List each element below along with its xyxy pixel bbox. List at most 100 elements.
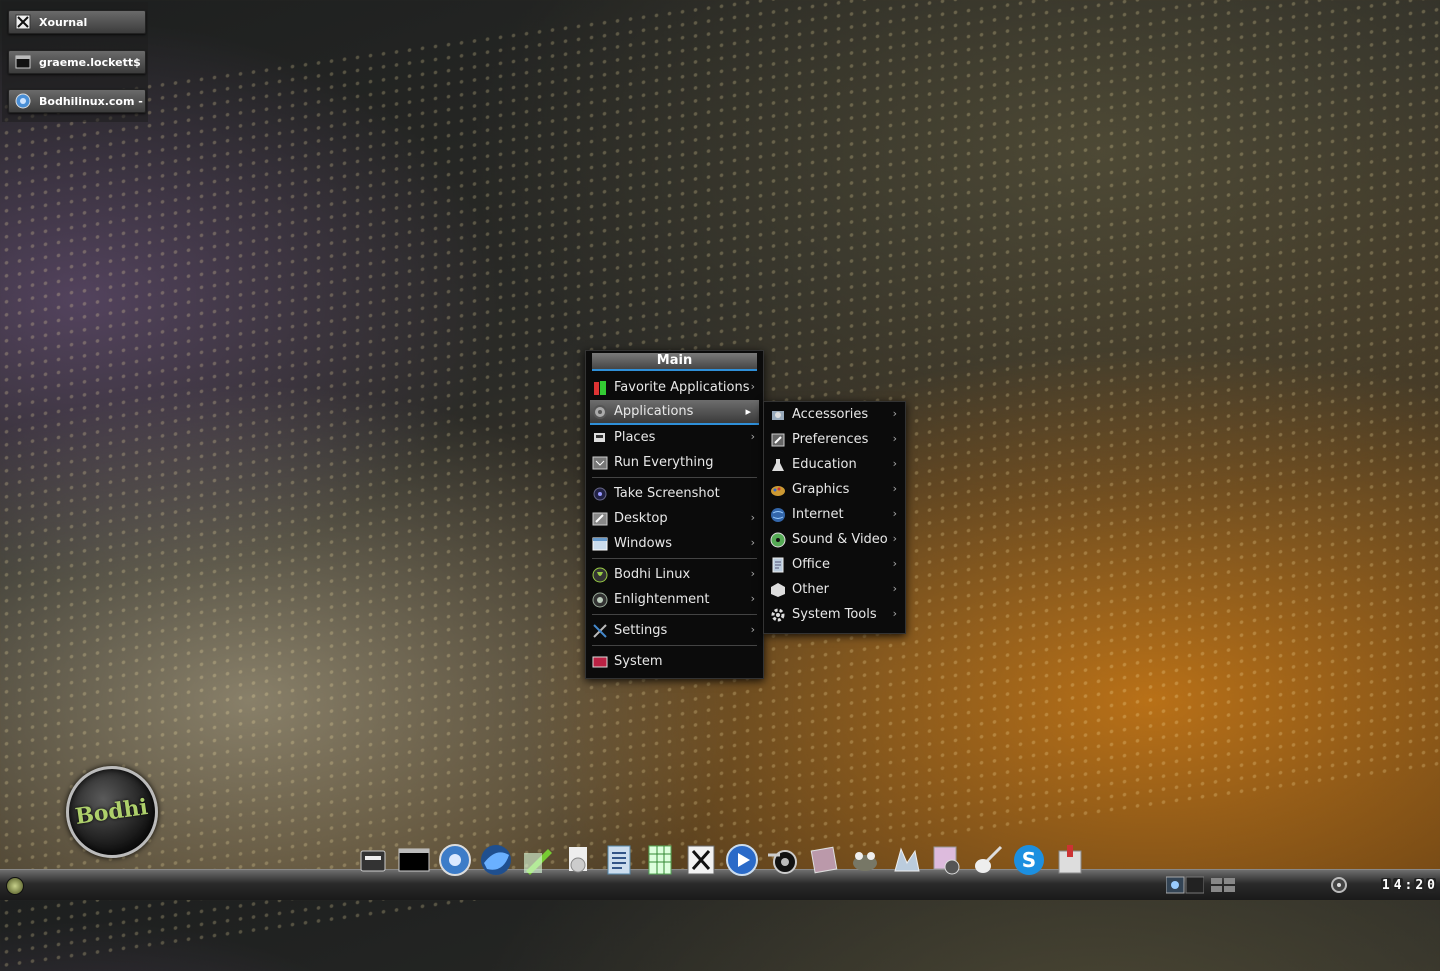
accessories-icon	[770, 407, 786, 423]
dock-file-manager[interactable]	[352, 840, 393, 880]
favorite-apps-icon	[592, 380, 608, 396]
menu-separator	[592, 477, 757, 478]
submenu-item-label: Accessories	[792, 407, 869, 422]
clock[interactable]: 1 4 : 2 0	[1380, 876, 1436, 894]
media-player-icon	[725, 844, 758, 876]
dock-disk-utility[interactable]	[557, 840, 598, 880]
xournal-icon	[15, 14, 31, 30]
menu-item-run-everything[interactable]: Run Everything	[586, 450, 763, 475]
clock-separator: :	[1404, 877, 1413, 893]
main-menu-title: Main	[592, 353, 757, 371]
submenu-item-label: System Tools	[792, 607, 877, 622]
desktop-icon	[592, 511, 608, 527]
submenu-item-other[interactable]: Other ›	[764, 577, 905, 602]
places-icon	[592, 430, 608, 446]
chevron-right-icon: ›	[892, 432, 897, 445]
gimp-icon	[852, 852, 877, 871]
file-manager-icon	[360, 850, 385, 872]
menu-item-label: Run Everything	[614, 455, 714, 470]
dock-text-editor[interactable]	[516, 840, 557, 880]
blender-icon	[767, 850, 797, 874]
chevron-right-icon: ›	[892, 607, 897, 620]
text-editor-icon	[523, 849, 552, 875]
menu-item-label: Bodhi Linux	[614, 567, 691, 582]
guitar-icon	[974, 845, 1002, 873]
iconified-window-xournal[interactable]: Xournal	[8, 10, 146, 34]
submenu-item-label: Sound & Video	[792, 532, 888, 547]
submenu-item-preferences[interactable]: Preferences ›	[764, 427, 905, 452]
submenu-item-label: Education	[792, 457, 857, 472]
dock-skype[interactable]: S	[1008, 840, 1049, 880]
submenu-item-accessories[interactable]: Accessories ›	[764, 402, 905, 427]
graphics-icon	[770, 482, 786, 498]
dock-xournal[interactable]	[680, 840, 721, 880]
chevron-right-icon: ›	[892, 482, 897, 495]
menu-item-applications[interactable]: Applications ▸	[590, 400, 759, 425]
submenu-item-system-tools[interactable]: System Tools ›	[764, 602, 905, 627]
dock-firefox[interactable]	[475, 840, 516, 880]
dock-word-processor[interactable]	[598, 840, 639, 880]
dock-spreadsheet[interactable]	[639, 840, 680, 880]
submenu-item-sound-video[interactable]: Sound & Video ›	[764, 527, 905, 552]
submenu-item-education[interactable]: Education ›	[764, 452, 905, 477]
bodhi-icon	[592, 567, 608, 583]
triangle-right-icon: ▸	[745, 405, 751, 418]
chevron-right-icon: ›	[750, 430, 755, 443]
submenu-item-label: Internet	[792, 507, 844, 522]
menu-item-bodhi-linux[interactable]: Bodhi Linux ›	[586, 562, 763, 587]
iconified-window-label: Xournal	[39, 15, 88, 29]
dock-blender[interactable]	[762, 840, 803, 880]
taskbar-icon	[1211, 878, 1235, 892]
menu-item-places[interactable]: Places ›	[586, 425, 763, 450]
chevron-right-icon: ›	[750, 567, 755, 580]
taskbar-toggle[interactable]	[1210, 875, 1238, 895]
dock-webcam[interactable]	[926, 840, 967, 880]
menu-item-windows[interactable]: Windows ›	[586, 531, 763, 556]
dock-image-viewer[interactable]	[803, 840, 844, 880]
office-icon	[770, 557, 786, 573]
chromium-icon	[15, 93, 31, 109]
menu-item-favorite-applications[interactable]: Favorite Applications ›	[586, 375, 763, 400]
chevron-right-icon: ›	[750, 536, 755, 549]
dock-chromium[interactable]	[434, 840, 475, 880]
menu-item-settings[interactable]: Settings ›	[586, 618, 763, 643]
dock-inkscape[interactable]	[885, 840, 926, 880]
clock-digit: 2	[1414, 877, 1425, 893]
pager[interactable]	[1166, 875, 1204, 895]
submenu-item-internet[interactable]: Internet ›	[764, 502, 905, 527]
menu-item-desktop[interactable]: Desktop ›	[586, 506, 763, 531]
menu-separator	[592, 558, 757, 559]
menu-item-label: Windows	[614, 536, 673, 551]
start-menu-button[interactable]	[6, 877, 24, 895]
clock-digit: 1	[1380, 877, 1391, 893]
menu-item-label: System	[614, 654, 663, 669]
iconified-window-label: graeme.lockett$	[39, 55, 141, 69]
menu-item-system[interactable]: System	[586, 649, 763, 674]
submenu-item-office[interactable]: Office ›	[764, 552, 905, 577]
menu-item-enlightenment[interactable]: Enlightenment ›	[586, 587, 763, 612]
dock-guitar[interactable]	[967, 840, 1008, 880]
dock-gimp[interactable]	[844, 840, 885, 880]
terminal-icon	[398, 848, 429, 872]
menu-item-label: Settings	[614, 623, 668, 638]
dock-media-player[interactable]	[721, 840, 762, 880]
chevron-right-icon: ›	[750, 511, 755, 524]
iconified-window-terminal[interactable]: graeme.lockett$	[8, 50, 146, 74]
submenu-item-label: Graphics	[792, 482, 850, 497]
bodhi-desktop-logo: Bodhi	[66, 766, 158, 858]
skype-icon: S	[1013, 845, 1044, 875]
submenu-item-graphics[interactable]: Graphics ›	[764, 477, 905, 502]
bodhi-logo-text: Bodhi	[74, 794, 150, 830]
dock-archive[interactable]	[1049, 840, 1090, 880]
chevron-right-icon: ›	[892, 407, 897, 420]
submenu-item-label: Preferences	[792, 432, 869, 447]
webcam-icon	[933, 846, 959, 875]
windows-icon	[592, 536, 608, 552]
volume-control[interactable]	[1330, 875, 1348, 895]
system-icon	[592, 654, 608, 670]
dock-terminal[interactable]	[393, 840, 434, 880]
iconified-window-browser[interactable]: Bodhilinux.com - Ch	[8, 89, 146, 113]
menu-item-take-screenshot[interactable]: Take Screenshot	[586, 481, 763, 506]
image-viewer-icon	[810, 846, 837, 874]
sound-video-icon	[770, 532, 786, 548]
